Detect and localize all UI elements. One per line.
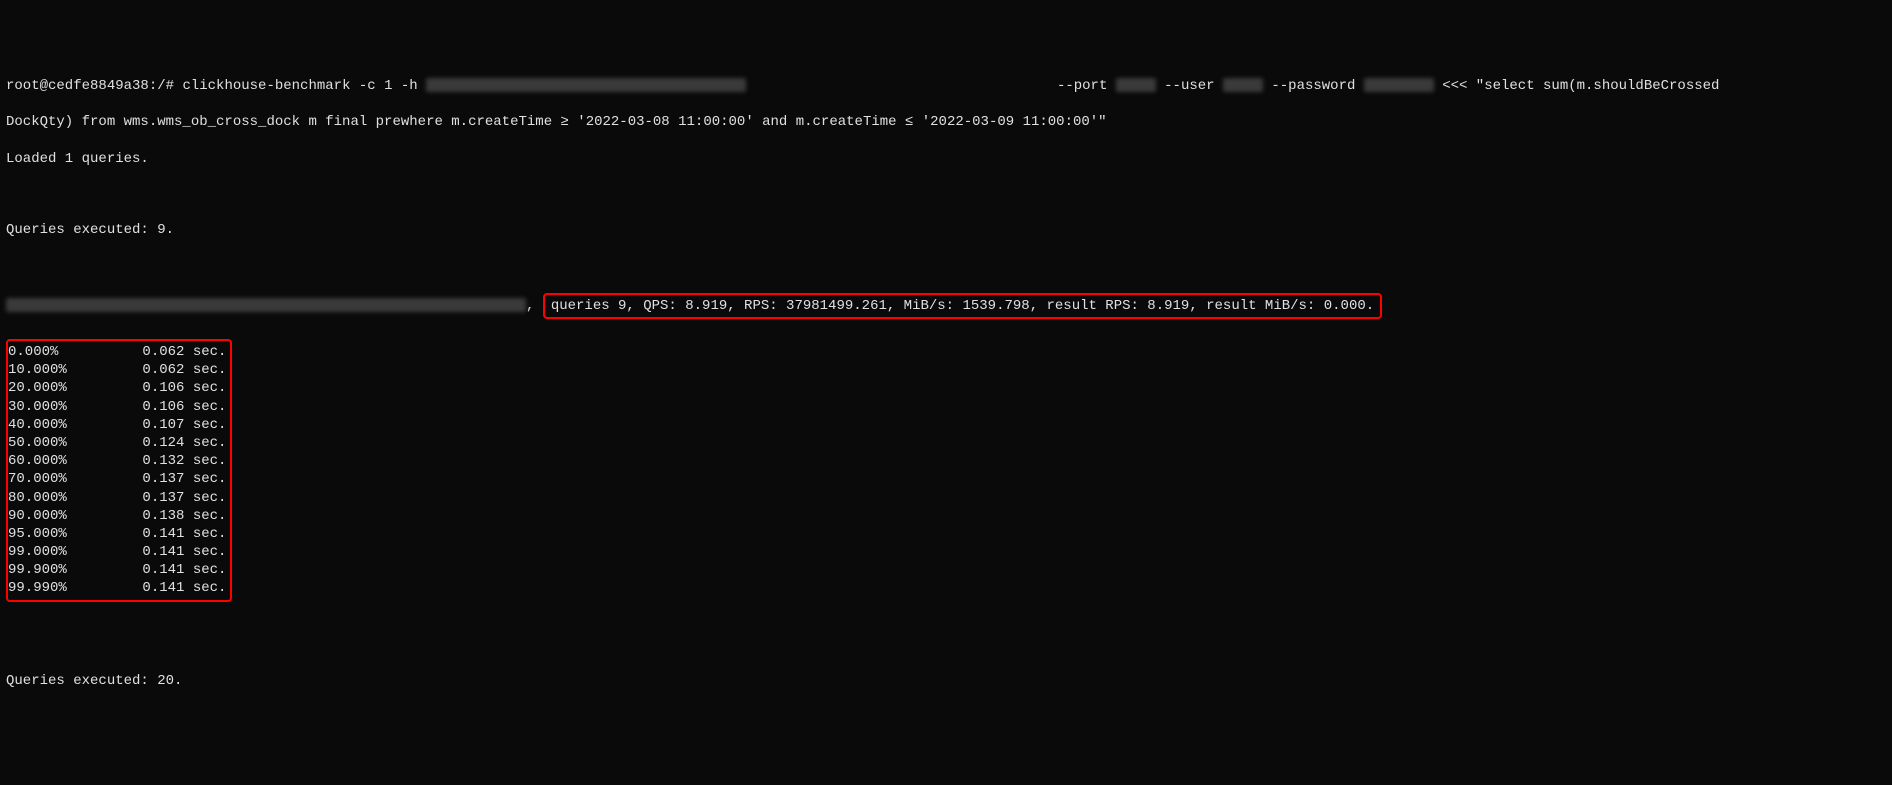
percentile-row: 60.000% 0.132 sec. bbox=[8, 452, 226, 470]
cmd-text: clickhouse-benchmark -c 1 -h bbox=[182, 78, 426, 94]
percentile-row: 20.000% 0.106 sec. bbox=[8, 379, 226, 397]
percentile-row: 99.000% 0.141 sec. bbox=[8, 543, 226, 561]
redacted-host bbox=[426, 78, 746, 92]
prompt: root@cedfe8849a38:/# bbox=[6, 78, 182, 94]
command-line-1: root@cedfe8849a38:/# clickhouse-benchmar… bbox=[6, 77, 1886, 95]
percentile-row: 99.990% 0.141 sec. bbox=[8, 579, 226, 597]
queries-executed-20: Queries executed: 20. bbox=[6, 672, 1886, 690]
summary-text: queries 9, QPS: 8.919, RPS: 37981499.261… bbox=[551, 298, 1374, 314]
percentile-row: 70.000% 0.137 sec. bbox=[8, 470, 226, 488]
percentile-row: 10.000% 0.062 sec. bbox=[8, 361, 226, 379]
percentile-row: 95.000% 0.141 sec. bbox=[8, 525, 226, 543]
percentile-highlight-box: 0.000% 0.062 sec.10.000% 0.062 sec.20.00… bbox=[6, 339, 232, 602]
redacted-user bbox=[1223, 78, 1263, 92]
percentile-row: 30.000% 0.106 sec. bbox=[8, 398, 226, 416]
summary-line: , queries 9, QPS: 8.919, RPS: 37981499.2… bbox=[6, 293, 1886, 319]
redacted-host-summary bbox=[6, 298, 526, 312]
percentile-row: 99.900% 0.141 sec. bbox=[8, 561, 226, 579]
redacted-password bbox=[1364, 78, 1434, 92]
loaded-line: Loaded 1 queries. bbox=[6, 150, 1886, 168]
percentile-row: 90.000% 0.138 sec. bbox=[8, 507, 226, 525]
percentile-row: 40.000% 0.107 sec. bbox=[8, 416, 226, 434]
command-line-2: DockQty) from wms.wms_ob_cross_dock m fi… bbox=[6, 113, 1886, 131]
queries-executed-9: Queries executed: 9. bbox=[6, 221, 1886, 239]
percentile-row: 0.000% 0.062 sec. bbox=[8, 343, 226, 361]
percentile-row: 80.000% 0.137 sec. bbox=[8, 489, 226, 507]
redacted-port bbox=[1116, 78, 1156, 92]
summary-highlight-box: queries 9, QPS: 8.919, RPS: 37981499.261… bbox=[543, 293, 1382, 319]
percentile-row: 50.000% 0.124 sec. bbox=[8, 434, 226, 452]
